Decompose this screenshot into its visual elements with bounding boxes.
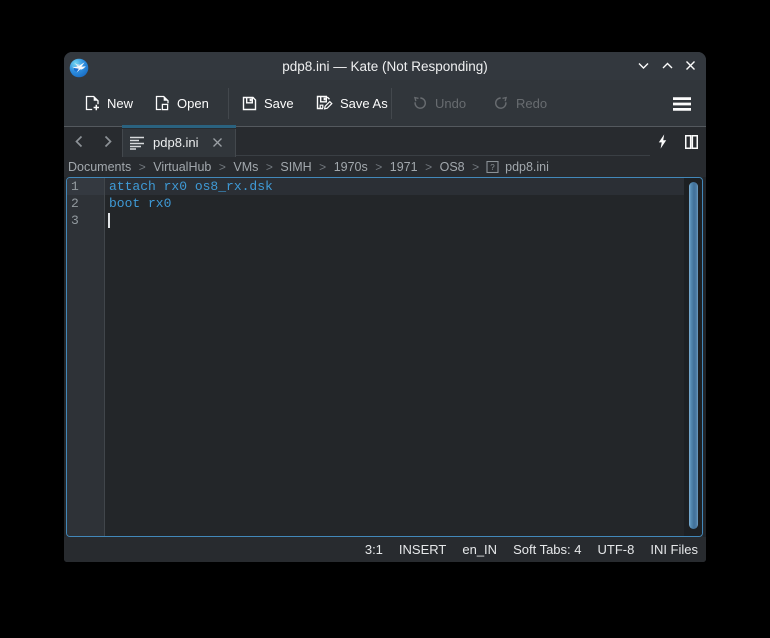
svg-text:?: ?	[490, 163, 495, 172]
